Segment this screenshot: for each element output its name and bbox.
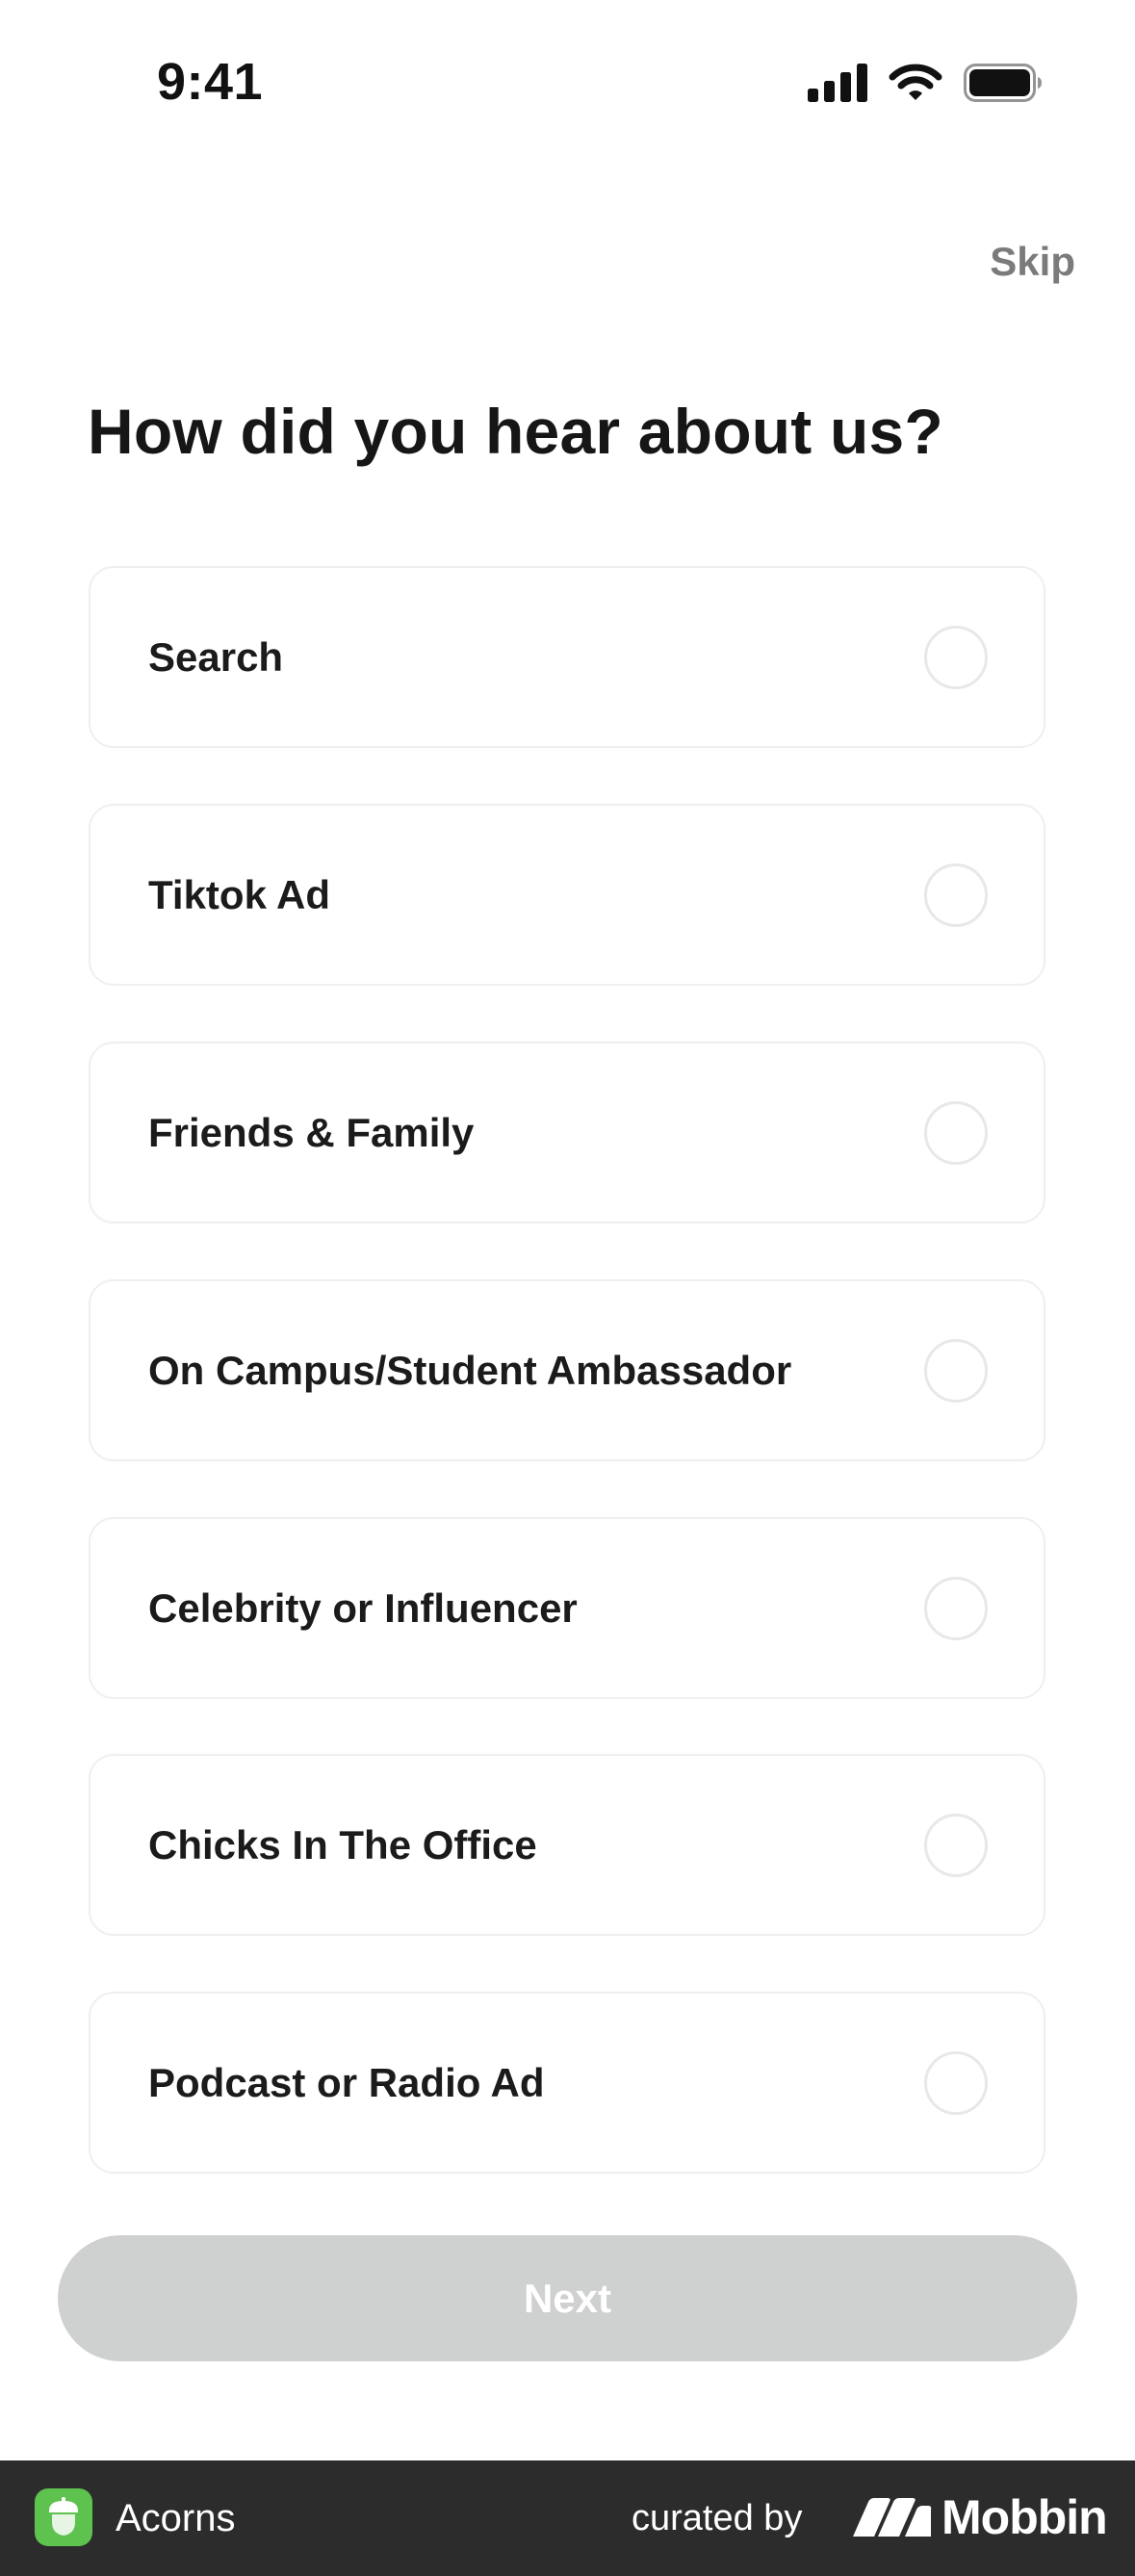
radio-button[interactable] xyxy=(924,2050,988,2115)
option-label: Podcast or Radio Ad xyxy=(148,2059,545,2105)
option-on-campus[interactable]: On Campus/Student Ambassador xyxy=(89,1279,1045,1461)
option-label: Chicks In The Office xyxy=(148,1821,537,1868)
status-bar: 9:41 xyxy=(0,0,1135,164)
footer-app-name: Acorns xyxy=(116,2497,236,2539)
acorn-icon xyxy=(35,2488,92,2546)
option-label: Celebrity or Influencer xyxy=(148,1584,578,1631)
cellular-signal-icon xyxy=(808,64,867,102)
footer-brand: Mobbin xyxy=(851,2489,1108,2545)
option-label: On Campus/Student Ambassador xyxy=(148,1347,792,1393)
radio-button[interactable] xyxy=(924,625,988,689)
page-title: How did you hear about us? xyxy=(88,396,943,467)
wifi-icon xyxy=(889,64,942,100)
radio-button[interactable] xyxy=(924,1100,988,1165)
status-time: 9:41 xyxy=(157,53,264,111)
skip-button[interactable]: Skip xyxy=(990,239,1075,285)
option-chicks-in-the-office[interactable]: Chicks In The Office xyxy=(89,1754,1045,1936)
radio-button[interactable] xyxy=(924,863,988,927)
radio-button[interactable] xyxy=(924,1338,988,1403)
option-podcast-radio-ad[interactable]: Podcast or Radio Ad xyxy=(89,1992,1045,2174)
acorn-glyph xyxy=(49,2497,78,2536)
option-tiktok-ad[interactable]: Tiktok Ad xyxy=(89,804,1045,986)
option-label: Search xyxy=(148,633,284,680)
option-celebrity-influencer[interactable]: Celebrity or Influencer xyxy=(89,1517,1045,1699)
next-button[interactable]: Next xyxy=(58,2235,1077,2361)
radio-button[interactable] xyxy=(924,1813,988,1877)
option-label: Tiktok Ad xyxy=(148,871,331,917)
option-label: Friends & Family xyxy=(148,1109,475,1155)
status-icons xyxy=(808,64,1043,102)
footer-brand-name: Mobbin xyxy=(942,2490,1108,2544)
option-friends-family[interactable]: Friends & Family xyxy=(89,1042,1045,1224)
footer-bar: Acorns curated by Mobbin xyxy=(0,2460,1135,2576)
footer-curated-by: curated by xyxy=(632,2498,803,2538)
radio-button[interactable] xyxy=(924,1576,988,1640)
option-search[interactable]: Search xyxy=(89,566,1045,748)
battery-icon xyxy=(964,64,1042,102)
mobbin-logo-icon xyxy=(853,2498,932,2537)
